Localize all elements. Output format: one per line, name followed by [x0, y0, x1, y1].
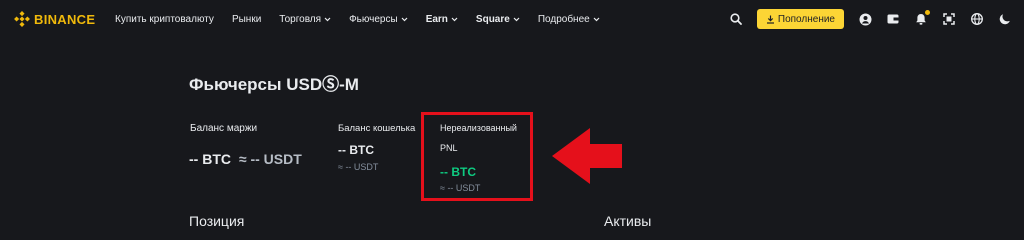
margin-balance-usdt: ≈ -- USDT — [238, 151, 302, 167]
page-title: Фьючерсы USDⓈ-M — [189, 75, 359, 94]
highlight-annotation-box — [421, 112, 533, 201]
brand-name: BINANCE — [34, 11, 96, 27]
nav-item-2[interactable]: Торговля — [279, 14, 331, 25]
nav-item-1[interactable]: Рынки — [232, 14, 261, 25]
nav-item-label: Купить криптовалюту — [115, 13, 214, 25]
nav-item-label: Earn — [425, 13, 448, 25]
nav-item-label: Рынки — [231, 13, 262, 25]
assets-section-title: Активы — [604, 213, 652, 229]
wallet-icon[interactable] — [886, 12, 900, 26]
deposit-label: Пополнение — [777, 13, 835, 25]
user-icon[interactable] — [858, 12, 872, 26]
margin-balance-value: -- BTC ≈ -- USDT — [189, 151, 302, 167]
chevron-down-icon — [401, 17, 408, 21]
nav-item-label: Фьючерсы — [349, 13, 398, 25]
deposit-icon — [766, 15, 774, 24]
chevron-down-icon — [324, 17, 331, 21]
nav-item-6[interactable]: Подробнее — [538, 14, 600, 25]
nav-item-4[interactable]: Earn — [426, 14, 458, 25]
nav-item-0[interactable]: Купить криптовалюту — [115, 14, 214, 25]
wallet-balance-usdt: ≈ -- USDT — [338, 162, 379, 172]
notification-dot — [925, 10, 930, 15]
chevron-down-icon — [451, 17, 458, 21]
positions-section-title: Позиция — [189, 213, 245, 229]
top-navigation-bar: BINANCE Купить криптовалюту Рынки Торговля… — [0, 0, 1024, 38]
margin-balance-btc: -- BTC — [189, 151, 231, 167]
theme-icon[interactable] — [998, 12, 1012, 26]
binance-logo[interactable]: BINANCE — [14, 11, 95, 27]
search-icon[interactable] — [729, 12, 743, 26]
deposit-button[interactable]: Пополнение — [756, 9, 844, 29]
wallet-balance-label: Баланс кошелька — [338, 123, 416, 134]
chevron-down-icon — [593, 17, 600, 21]
header-tools: Пополнение — [715, 0, 1012, 38]
wallet-balance-btc: -- BTC — [338, 143, 374, 157]
scan-icon[interactable] — [942, 12, 956, 26]
nav-item-5[interactable]: Square — [476, 14, 520, 25]
nav-item-label: Square — [475, 13, 510, 25]
nav-item-3[interactable]: Фьючерсы — [349, 14, 408, 25]
margin-balance-label: Баланс маржи — [190, 123, 258, 134]
chevron-down-icon — [513, 17, 520, 21]
nav-item-label: Торговля — [279, 13, 322, 25]
main-nav: Купить криптовалюту Рынки Торговля Фьючерсы… — [115, 0, 618, 38]
nav-item-label: Подробнее — [537, 13, 590, 25]
bell-icon[interactable] — [914, 10, 930, 26]
binance-logo-icon — [14, 11, 30, 27]
globe-icon[interactable] — [970, 12, 984, 26]
arrow-annotation-icon — [552, 128, 622, 184]
